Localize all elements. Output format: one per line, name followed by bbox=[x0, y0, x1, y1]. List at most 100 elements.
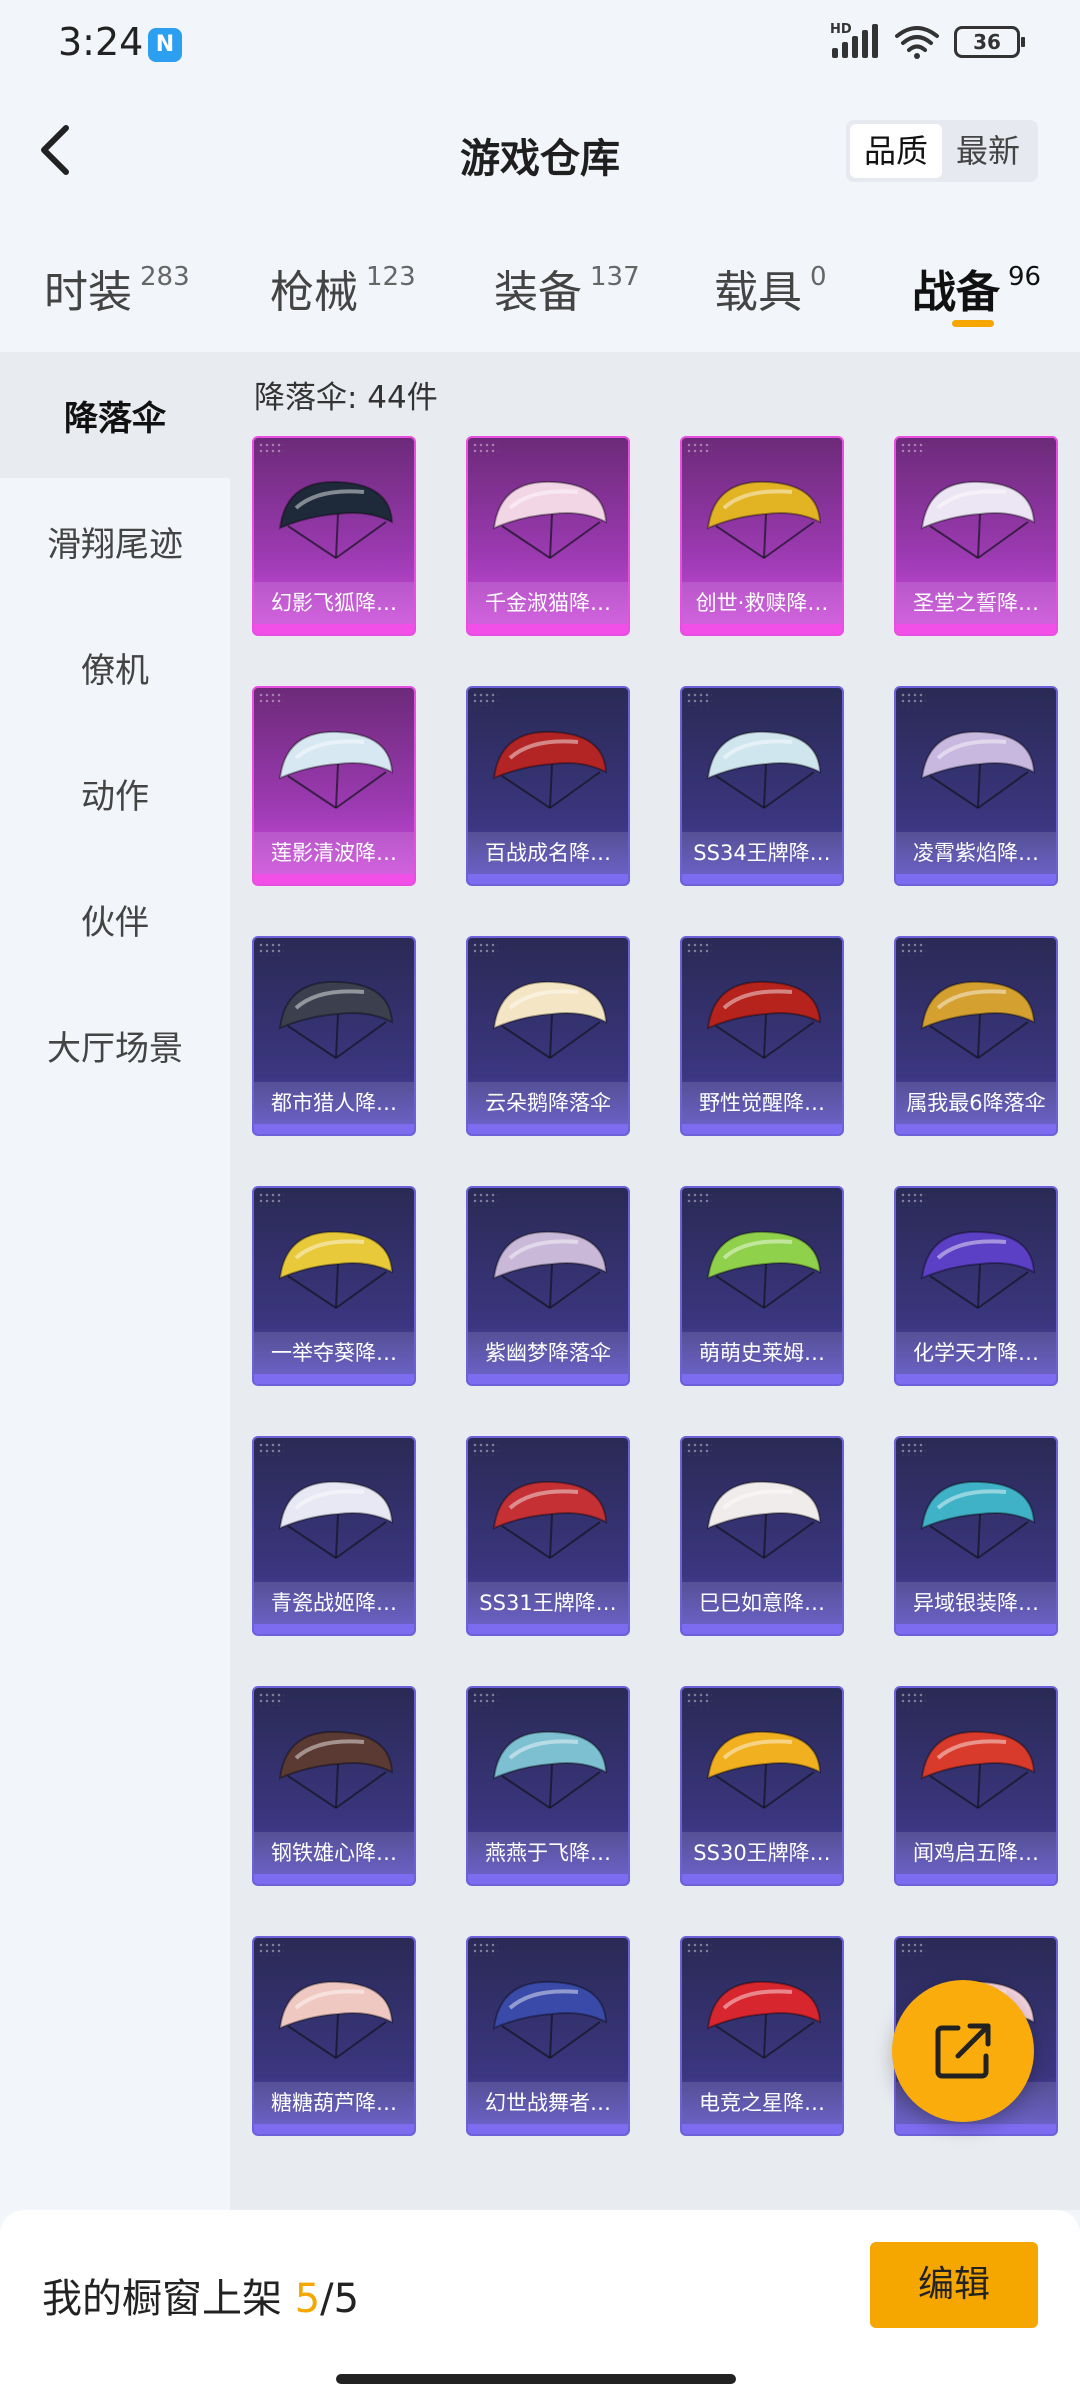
sort-toggle: 品质 最新 bbox=[845, 120, 1038, 182]
parachute-item-card[interactable]: 百战成名降… bbox=[466, 686, 630, 886]
item-label: 凌霄紫焰降… bbox=[896, 832, 1056, 874]
item-label: 钢铁雄心降… bbox=[254, 1832, 414, 1874]
rarity-bar bbox=[254, 1624, 414, 1634]
rarity-bar bbox=[254, 1124, 414, 1134]
card-corner-decoration bbox=[686, 1192, 712, 1206]
rarity-bar bbox=[682, 1624, 842, 1634]
sidebar-item-glide-trail[interactable]: 滑翔尾迹 bbox=[0, 478, 230, 604]
card-corner-decoration bbox=[258, 442, 284, 456]
parachute-item-card[interactable]: 紫幽梦降落伞 bbox=[466, 1186, 630, 1386]
parachute-item-card[interactable]: 圣堂之誓降… bbox=[894, 436, 1058, 636]
rarity-bar bbox=[254, 1874, 414, 1884]
parachute-item-card[interactable]: 野性觉醒降… bbox=[680, 936, 844, 1136]
home-indicator[interactable] bbox=[336, 2374, 736, 2384]
item-label: 萌萌史莱姆… bbox=[682, 1332, 842, 1374]
parachute-item-card[interactable]: 幻世战舞者… bbox=[466, 1936, 630, 2136]
parachute-icon bbox=[706, 480, 822, 559]
card-corner-decoration bbox=[686, 942, 712, 956]
tab-vehicles[interactable]: 载具 0 bbox=[714, 256, 827, 320]
sidebar-item-companion[interactable]: 伙伴 bbox=[0, 856, 230, 982]
parachute-icon bbox=[706, 1730, 822, 1809]
parachute-item-card[interactable]: SS30王牌降… bbox=[680, 1686, 844, 1886]
sort-option-quality[interactable]: 品质 bbox=[849, 124, 942, 178]
parachute-item-card[interactable]: 一举夺葵降… bbox=[252, 1186, 416, 1386]
card-corner-decoration bbox=[900, 1942, 926, 1956]
card-corner-decoration bbox=[258, 1442, 284, 1456]
item-label: 幻影飞狐降… bbox=[254, 582, 414, 624]
parachute-item-card[interactable]: 云朵鹅降落伞 bbox=[466, 936, 630, 1136]
signal-icon: HD bbox=[830, 22, 880, 60]
item-label: 百战成名降… bbox=[468, 832, 628, 874]
parachute-icon bbox=[278, 980, 394, 1059]
tab-guns[interactable]: 枪械 123 bbox=[270, 256, 416, 320]
share-external-icon bbox=[935, 2023, 991, 2079]
card-corner-decoration bbox=[686, 692, 712, 706]
rarity-bar bbox=[254, 2124, 414, 2134]
parachute-icon bbox=[278, 1730, 394, 1809]
parachute-item-card[interactable]: SS31王牌降… bbox=[466, 1436, 630, 1636]
status-bar: 3:24 N HD 36 bbox=[0, 0, 1080, 90]
tab-fashion[interactable]: 时装 283 bbox=[44, 256, 190, 320]
parachute-icon bbox=[492, 730, 608, 809]
item-label: 青瓷战姬降… bbox=[254, 1582, 414, 1624]
parachute-item-card[interactable]: 电竞之星降… bbox=[680, 1936, 844, 2136]
parachute-item-card[interactable]: 闻鸡启五降… bbox=[894, 1686, 1058, 1886]
card-corner-decoration bbox=[686, 1692, 712, 1706]
item-label: 一举夺葵降… bbox=[254, 1332, 414, 1374]
item-label: 云朵鹅降落伞 bbox=[468, 1082, 628, 1124]
parachute-item-card[interactable]: 青瓷战姬降… bbox=[252, 1436, 416, 1636]
parachute-item-card[interactable]: 钢铁雄心降… bbox=[252, 1686, 416, 1886]
parachute-icon bbox=[920, 1480, 1036, 1559]
parachute-item-card[interactable]: 莲影清波降… bbox=[252, 686, 416, 886]
sidebar-item-parachute[interactable]: 降落伞 bbox=[0, 352, 230, 478]
parachute-item-card[interactable]: 都市猎人降… bbox=[252, 936, 416, 1136]
parachute-icon bbox=[706, 1980, 822, 2059]
parachute-item-card[interactable]: 属我最6降落伞 bbox=[894, 936, 1058, 1136]
active-tab-indicator bbox=[952, 320, 994, 327]
tab-combat-gear[interactable]: 战备 96 bbox=[912, 256, 1041, 320]
tab-equipment[interactable]: 装备 137 bbox=[494, 256, 640, 320]
rarity-bar bbox=[468, 874, 628, 884]
card-corner-decoration bbox=[686, 1442, 712, 1456]
rarity-bar bbox=[896, 1374, 1056, 1384]
parachute-icon bbox=[278, 730, 394, 809]
item-label: 圣堂之誓降… bbox=[896, 582, 1056, 624]
parachute-item-card[interactable]: 巳巳如意降… bbox=[680, 1436, 844, 1636]
tab-count: 283 bbox=[140, 262, 190, 292]
rarity-bar bbox=[682, 1874, 842, 1884]
parachute-item-card[interactable]: 燕燕于飞降… bbox=[466, 1686, 630, 1886]
rarity-bar bbox=[896, 2124, 1056, 2134]
showcase-current: 5 bbox=[294, 2276, 321, 2322]
card-corner-decoration bbox=[900, 1192, 926, 1206]
status-time: 3:24 bbox=[58, 20, 144, 64]
parachute-icon bbox=[278, 1980, 394, 2059]
parachute-item-card[interactable]: SS34王牌降… bbox=[680, 686, 844, 886]
rarity-bar bbox=[254, 874, 414, 884]
parachute-item-card[interactable]: 萌萌史莱姆… bbox=[680, 1186, 844, 1386]
edit-button[interactable]: 编辑 bbox=[870, 2242, 1038, 2328]
battery-level: 36 bbox=[973, 30, 1001, 54]
parachute-item-card[interactable]: 千金淑猫降… bbox=[466, 436, 630, 636]
sort-option-latest[interactable]: 最新 bbox=[942, 124, 1034, 178]
parachute-item-card[interactable]: 创世·救赎降… bbox=[680, 436, 844, 636]
tab-label: 战备 bbox=[912, 267, 1000, 318]
rarity-bar bbox=[682, 874, 842, 884]
card-corner-decoration bbox=[258, 942, 284, 956]
parachute-icon bbox=[492, 480, 608, 559]
parachute-icon bbox=[706, 1480, 822, 1559]
card-corner-decoration bbox=[900, 692, 926, 706]
parachute-item-card[interactable]: 幻影飞狐降… bbox=[252, 436, 416, 636]
item-label: SS31王牌降… bbox=[468, 1582, 628, 1624]
card-corner-decoration bbox=[686, 442, 712, 456]
parachute-item-card[interactable]: 异域银装降… bbox=[894, 1436, 1058, 1636]
rarity-bar bbox=[468, 624, 628, 634]
parachute-icon bbox=[706, 1230, 822, 1309]
sidebar-item-lobby-scene[interactable]: 大厅场景 bbox=[0, 982, 230, 1108]
parachute-item-card[interactable]: 凌霄紫焰降… bbox=[894, 686, 1058, 886]
parachute-item-card[interactable]: 化学天才降… bbox=[894, 1186, 1058, 1386]
item-label: 野性觉醒降… bbox=[682, 1082, 842, 1124]
sidebar-item-emote[interactable]: 动作 bbox=[0, 730, 230, 856]
share-button[interactable] bbox=[892, 1980, 1034, 2122]
sidebar-item-wingman[interactable]: 僚机 bbox=[0, 604, 230, 730]
parachute-item-card[interactable]: 糖糖葫芦降… bbox=[252, 1936, 416, 2136]
